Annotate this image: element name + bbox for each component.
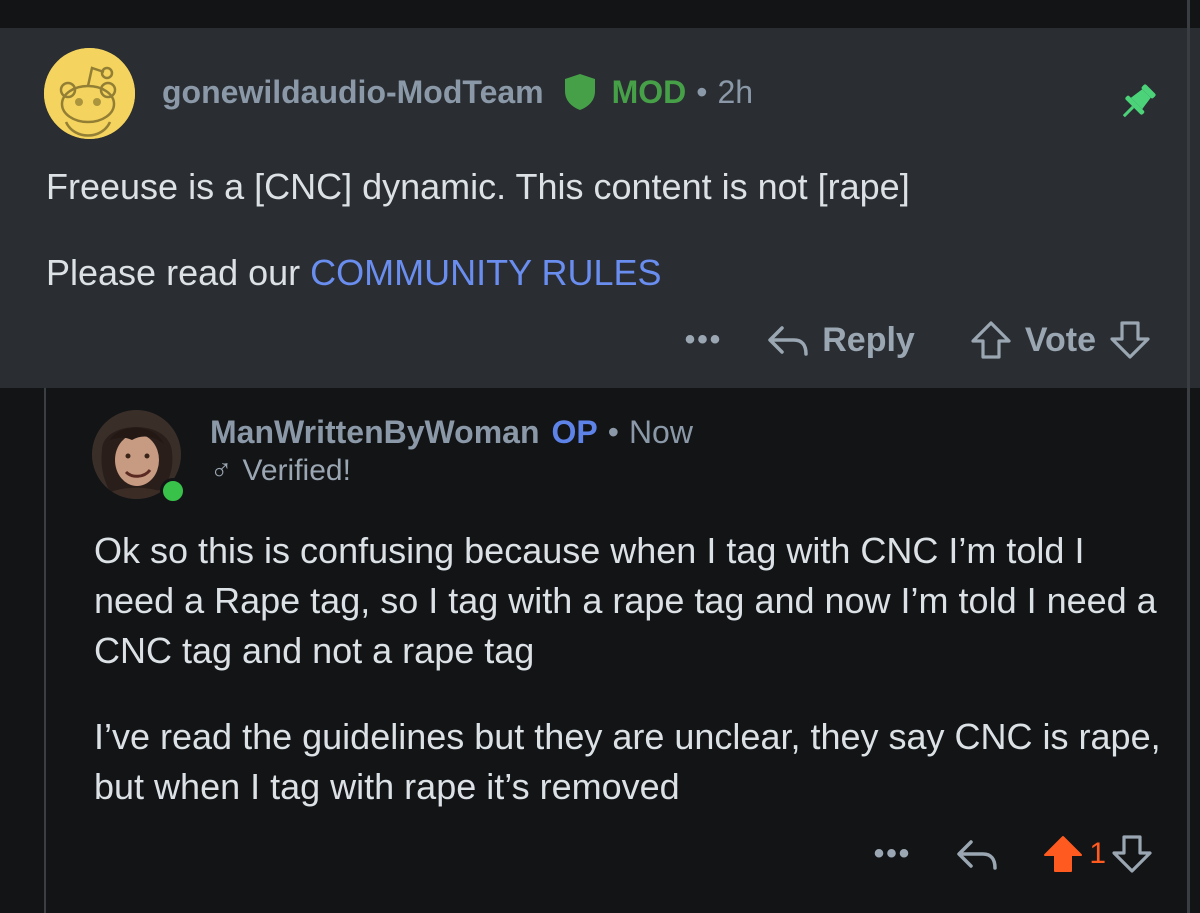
online-status-dot: [160, 478, 186, 504]
reply-paragraph-1: Ok so this is confusing because when I t…: [94, 530, 1157, 671]
reply-label: Reply: [822, 320, 915, 359]
rules-prefix: Please read our: [46, 252, 311, 293]
meta-separator: •: [607, 414, 619, 450]
pin-icon: [1122, 84, 1156, 118]
mod-comment-text: Freeuse is a [CNC] dynamic. This content…: [46, 166, 910, 207]
top-strip: [0, 0, 1200, 28]
reply-paragraph-2: I’ve read the guidelines but they are un…: [94, 716, 1161, 807]
mod-badge: MOD: [611, 73, 687, 110]
upvote-icon[interactable]: [969, 320, 1013, 360]
mod-username[interactable]: gonewildaudio-ModTeam: [162, 74, 544, 111]
shield-icon: [564, 74, 595, 110]
mod-avatar[interactable]: [44, 48, 135, 139]
more-options-button[interactable]: •••: [685, 323, 723, 357]
scrollbar[interactable]: [1187, 0, 1190, 913]
flair-text: Verified!: [242, 454, 351, 487]
more-options-button[interactable]: •••: [874, 837, 912, 871]
mod-comment: gonewildaudio-ModTeam MOD • 2h Freeuse i…: [0, 28, 1200, 388]
vote-count: 1: [1089, 837, 1106, 870]
vote-label: Vote: [1024, 320, 1096, 359]
reply-comment: ManWrittenByWoman OP • Now ♂ Verified! O…: [0, 388, 1200, 913]
snoo-avatar-icon: [44, 48, 135, 139]
meta-separator: •: [696, 73, 708, 110]
user-flair: ♂ Verified!: [210, 454, 351, 488]
downvote-icon[interactable]: [1108, 320, 1152, 360]
male-symbol-icon: ♂: [210, 454, 233, 487]
reply-comment-actions: ••• 1: [874, 834, 1154, 874]
reply-icon: [768, 326, 808, 356]
mod-comment-rules-line: Please read our COMMUNITY RULES: [46, 248, 662, 298]
mod-comment-meta: gonewildaudio-ModTeam MOD • 2h: [162, 72, 753, 112]
comment-time: 2h: [717, 73, 754, 110]
reply-username[interactable]: ManWrittenByWoman: [210, 414, 540, 451]
reply-icon[interactable]: [955, 834, 999, 874]
downvote-icon[interactable]: [1110, 834, 1154, 874]
reply-button[interactable]: Reply: [766, 320, 915, 360]
comment-time: Now: [628, 414, 693, 450]
vote-control: Vote: [969, 320, 1152, 360]
reply-comment-meta: ManWrittenByWoman OP • Now: [210, 414, 693, 451]
mod-comment-actions: ••• Reply Vote: [685, 320, 1152, 360]
op-badge: OP: [551, 414, 598, 450]
community-rules-link[interactable]: COMMUNITY RULES: [310, 252, 661, 293]
upvote-filled-icon[interactable]: [1041, 834, 1085, 874]
thread-line[interactable]: [44, 388, 46, 913]
